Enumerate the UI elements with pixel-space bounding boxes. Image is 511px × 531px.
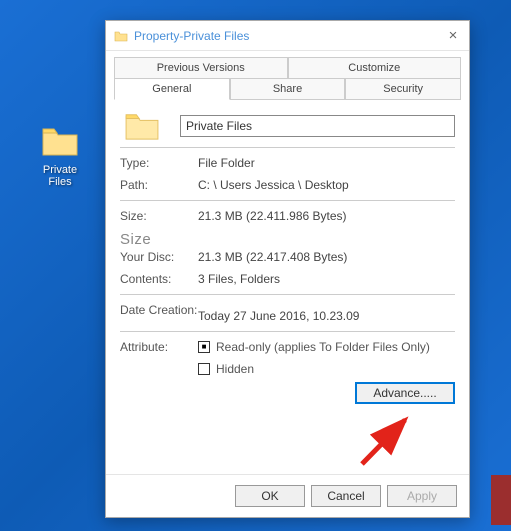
folder-name-input[interactable] [180, 115, 455, 137]
dialog-footer: OK Cancel Apply [106, 474, 469, 517]
type-value: File Folder [198, 156, 255, 170]
titlebar: Property-Private Files × [106, 21, 469, 51]
properties-dialog: Property-Private Files × Previous Versio… [105, 20, 470, 518]
desktop-folder-label: Private Files [30, 164, 90, 188]
disc-label: Your Disc: [120, 250, 198, 264]
advanced-button[interactable]: Advance..... [355, 382, 455, 404]
folder-icon [114, 29, 128, 43]
tab-share[interactable]: Share [230, 78, 346, 100]
readonly-label: Read-only (applies To Folder Files Only) [216, 340, 430, 354]
desktop-folder-private-files[interactable]: Private Files [30, 125, 90, 188]
separator [120, 200, 455, 201]
size-label: Size: [120, 209, 198, 223]
dialog-title: Property-Private Files [134, 29, 445, 43]
decorative-edge [491, 475, 511, 525]
separator [120, 331, 455, 332]
separator [120, 147, 455, 148]
hidden-option[interactable]: Hidden [198, 362, 430, 376]
attribute-label: Attribute: [120, 340, 198, 354]
ok-button[interactable]: OK [235, 485, 305, 507]
apply-button[interactable]: Apply [387, 485, 457, 507]
close-icon[interactable]: × [445, 27, 461, 44]
contents-label: Contents: [120, 272, 198, 286]
type-label: Type: [120, 156, 198, 170]
checkbox-icon [198, 363, 210, 375]
disc-value: 21.3 MB (22.417.408 Bytes) [198, 250, 347, 264]
date-label: Date Creation: [120, 303, 198, 323]
size-value: 21.3 MB (22.411.986 Bytes) [198, 209, 347, 223]
tab-content-general: Type: File Folder Path: C: \ Users Jessi… [106, 101, 469, 474]
path-label: Path: [120, 178, 198, 192]
size-big-label: Size [120, 231, 151, 248]
separator [120, 294, 455, 295]
cancel-button[interactable]: Cancel [311, 485, 381, 507]
contents-value: 3 Files, Folders [198, 272, 280, 286]
path-value: C: \ Users Jessica \ Desktop [198, 178, 349, 192]
tab-previous-versions[interactable]: Previous Versions [114, 57, 288, 79]
date-value: Today 27 June 2016, 10.23.09 [198, 303, 359, 323]
tab-security[interactable]: Security [345, 78, 461, 100]
checkbox-icon [198, 341, 210, 353]
folder-icon [41, 125, 79, 157]
tab-customize[interactable]: Customize [288, 57, 462, 79]
readonly-option[interactable]: Read-only (applies To Folder Files Only) [198, 340, 430, 354]
hidden-label: Hidden [216, 362, 254, 376]
folder-icon [124, 111, 160, 141]
tabs: Previous Versions Customize General Shar… [106, 51, 469, 101]
tab-general[interactable]: General [114, 78, 230, 100]
